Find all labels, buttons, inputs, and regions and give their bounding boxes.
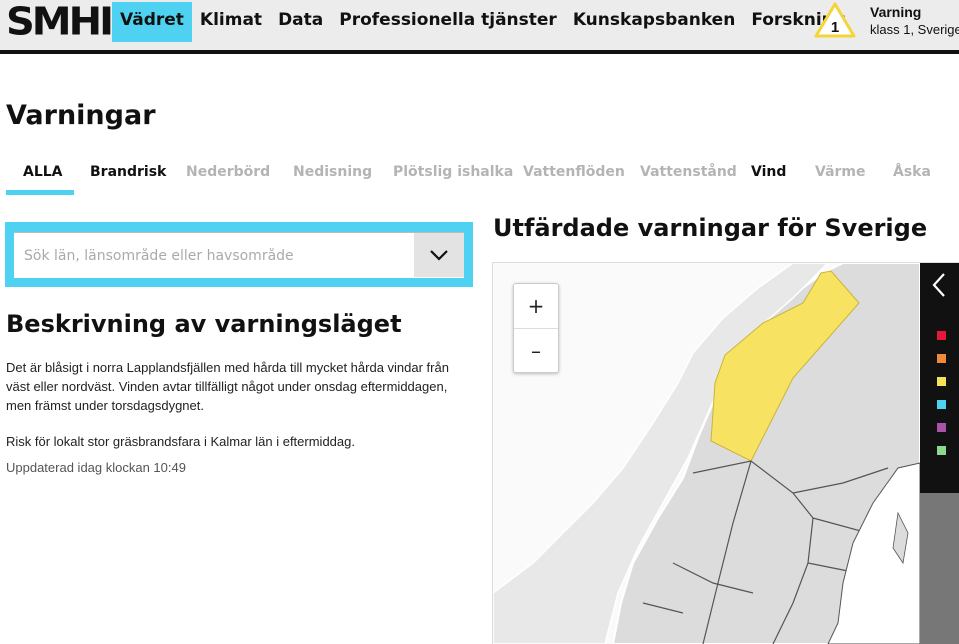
nav-item-vadret[interactable]: Vädret: [112, 2, 192, 42]
description-text: Det är blåsigt i norra Lapplandsfjällen …: [6, 358, 476, 468]
tab-vattenstand[interactable]: Vattenstånd: [640, 164, 737, 180]
legend-panel-inner: [920, 263, 959, 493]
nav-item-professionella-tjanster[interactable]: Professionella tjänster: [331, 2, 565, 42]
legend-swatch-green: [937, 446, 946, 455]
tab-vattenfloden[interactable]: Vattenflöden: [523, 164, 625, 180]
warning-map[interactable]: + –: [492, 262, 959, 644]
legend-swatch-red: [937, 331, 946, 340]
nav-item-kunskapsbanken[interactable]: Kunskapsbanken: [565, 2, 744, 42]
updated-timestamp: Uppdaterad idag klockan 10:49: [6, 460, 186, 475]
chevron-left-icon[interactable]: [930, 271, 950, 299]
warning-title: Varning: [870, 4, 922, 20]
map-canvas[interactable]: [493, 263, 959, 644]
legend-swatch-yellow: [937, 377, 946, 386]
main-nav: Vädret Klimat Data Professionella tjänst…: [112, 2, 854, 42]
page-title: Varningar: [6, 100, 156, 131]
tab-plotslig-ishalka[interactable]: Plötslig ishalka: [393, 164, 513, 180]
smhi-logo[interactable]: SMHI: [6, 1, 114, 43]
nav-item-klimat[interactable]: Klimat: [192, 2, 270, 42]
tab-brandrisk[interactable]: Brandrisk: [90, 164, 166, 180]
legend-panel: [920, 263, 959, 644]
legend-swatch-orange: [937, 354, 946, 363]
tab-alla[interactable]: ALLA: [23, 164, 63, 180]
active-tab-indicator: [6, 190, 74, 195]
warning-subtitle: klass 1, Sverige: [870, 22, 959, 37]
nav-item-data[interactable]: Data: [270, 2, 331, 42]
tab-varme[interactable]: Värme: [815, 164, 866, 180]
tab-nedisning[interactable]: Nedisning: [293, 164, 372, 180]
tab-nederbord[interactable]: Nederbörd: [186, 164, 270, 180]
search-container: [5, 222, 473, 287]
tab-aska[interactable]: Åska: [893, 164, 931, 180]
zoom-out-button[interactable]: –: [514, 328, 558, 373]
zoom-in-button[interactable]: +: [514, 284, 558, 328]
tab-vind[interactable]: Vind: [751, 164, 786, 180]
description-paragraph: Det är blåsigt i norra Lapplandsfjällen …: [6, 360, 449, 413]
map-title: Utfärdade varningar för Sverige: [493, 214, 928, 242]
description-title: Beskrivning av varningsläget: [6, 310, 402, 338]
description-paragraph: Risk för lokalt stor gräsbrandsfara i Ka…: [6, 434, 355, 449]
warning-triangle-icon[interactable]: 1: [814, 2, 856, 38]
warning-summary[interactable]: Varning klass 1, Sverige: [870, 4, 959, 38]
top-navigation-bar: SMHI Vädret Klimat Data Professionella t…: [0, 0, 959, 54]
legend-swatch-blue: [937, 400, 946, 409]
zoom-control: + –: [513, 283, 559, 373]
search-field-wrapper: [14, 232, 464, 279]
warning-count: 1: [831, 19, 839, 36]
legend-swatch-purple: [937, 423, 946, 432]
search-input[interactable]: [14, 233, 422, 279]
chevron-down-icon[interactable]: [414, 233, 464, 277]
